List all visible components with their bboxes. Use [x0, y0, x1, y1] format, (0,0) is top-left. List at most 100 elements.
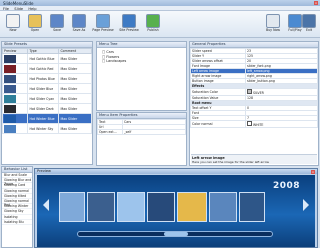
toolbar-label: Open — [30, 28, 40, 32]
slide-thumbnail — [4, 114, 16, 123]
toolbar-button-folder-open[interactable]: Open — [24, 13, 46, 36]
folder-open-icon — [28, 14, 42, 28]
property-value: 125 — [247, 54, 254, 58]
slide-thumbnail — [4, 64, 16, 73]
preview-slide-image[interactable] — [117, 192, 145, 222]
left-arrow-icon[interactable] — [43, 199, 49, 211]
property-value: right_arrow.png — [247, 74, 272, 78]
property-value: 128 — [247, 96, 254, 100]
slide-comment: Max Slider — [58, 53, 92, 64]
slider-track[interactable] — [77, 231, 273, 237]
menu-item-property-row[interactable]: Open ext... _self — [97, 129, 186, 135]
slide-comment: Max Slider — [58, 63, 92, 74]
slide-preset-row[interactable]: Hot Slider Blue Max Slider — [1, 83, 92, 94]
preview-year-text: 2008 — [273, 181, 301, 191]
slider-thumb[interactable] — [164, 232, 188, 236]
behavior-list: Blur and Scale Glowing Blur and Zoom Glowi… — [2, 173, 32, 225]
slide-preset-row[interactable]: Hot Winter Sky Max Slider — [1, 123, 92, 134]
slide-thumbnail — [4, 84, 16, 93]
preview-slide-image[interactable] — [209, 192, 237, 222]
slide-presets-panel: Slide Presets Preview Type Comment Hot G… — [1, 41, 93, 165]
site-preview-icon — [122, 14, 136, 28]
property-row[interactable]: Color normal WHITE — [190, 120, 318, 128]
property-help-text: Here you can set the image for the slide… — [192, 159, 270, 164]
property-value[interactable]: _self — [122, 129, 186, 135]
toolbar-button-publish[interactable]: Publish — [142, 13, 164, 36]
cart-icon — [266, 14, 280, 28]
slide-preset-row[interactable]: Hot Winter Blue Max Slider — [1, 113, 92, 124]
slide-presets-table: Preview Type Comment Hot Gothic Blue Max … — [1, 48, 92, 134]
slide-type: Hot Slider Cyan — [27, 93, 60, 104]
new-file-icon — [6, 14, 20, 28]
publish-icon — [146, 14, 160, 28]
property-value: 20 — [247, 59, 252, 63]
toolbar-button-save-as[interactable]: Save As — [68, 13, 90, 36]
toolbar-button-save[interactable]: Save — [46, 13, 68, 36]
property-value: SILVER — [253, 91, 264, 95]
slide-type: Hot Slider Dark — [27, 103, 60, 114]
toolbar-label: Site Preview — [119, 28, 139, 32]
slide-type: Hot Winter Sky — [27, 123, 60, 134]
toolbar-button-cart[interactable]: Buy Now — [262, 13, 284, 36]
property-row[interactable]: Saturation Color SILVER — [190, 88, 318, 96]
preview-title: Preview — [35, 169, 317, 174]
slide-comment: Max Slider — [58, 123, 92, 134]
slide-preset-row[interactable]: Hot Gothic Red Max Slider — [1, 63, 92, 74]
preview-close-icon[interactable]: × — [311, 169, 315, 174]
slide-type: Hot Photos Blue — [27, 73, 60, 84]
preview-slide-image[interactable] — [147, 192, 175, 222]
property-key: Color normal — [190, 120, 246, 128]
slide-comment: Max Slider — [58, 103, 92, 114]
slide-preset-row[interactable]: Hot Slider Cyan Max Slider — [1, 93, 92, 104]
slide-comment: Max Slider — [58, 93, 92, 104]
right-arrow-icon[interactable] — [303, 199, 309, 211]
menu-tree-item[interactable]: □ Landscapes — [99, 59, 186, 64]
slide-preset-row[interactable]: Hot Gothic Blue Max Slider — [1, 53, 92, 64]
slide-thumbnail — [4, 124, 16, 133]
preview-icon — [96, 14, 110, 28]
toolbar-label: Exit — [305, 28, 313, 32]
preview-slide-image[interactable] — [177, 192, 207, 222]
toolbar-button-preview[interactable]: Page Preview — [92, 13, 114, 36]
save-icon — [50, 14, 64, 28]
slide-preset-row[interactable]: Hot Slider Dark Max Slider — [1, 103, 92, 114]
property-key: Open ext... — [97, 129, 123, 135]
slide-thumbnail — [4, 54, 16, 63]
slide-type: Hot Winter Blue — [27, 113, 60, 124]
general-properties-panel: General Properties Slider speed 23 Slider … — [189, 41, 319, 166]
behavior-list-item[interactable]: Isolating Blu — [2, 220, 32, 225]
menu-tree-panel: Menu Tree □ Cars □ Flowers □ Landscapes — [96, 41, 187, 111]
slide-type: Hot Gothic Blue — [27, 53, 60, 64]
slide-comment: Max Slider — [58, 83, 92, 94]
property-value: 7 — [247, 116, 250, 120]
toolbar-button-new-file[interactable]: New — [2, 13, 24, 36]
property-value: slider_font.png — [247, 64, 271, 68]
preview-slide-image[interactable] — [59, 192, 85, 222]
close-window-icon[interactable]: × — [314, 1, 318, 5]
slide-type: Hot Slider Blue — [27, 83, 60, 94]
toolbar-button-site-preview[interactable]: Site Preview — [118, 13, 140, 36]
behavior-list-panel: Behavior List Blur and Scale Glowing Blur… — [1, 166, 33, 248]
slide-preset-row[interactable]: Hot Photos Blue Max Slider — [1, 73, 92, 84]
property-key: Saturation Color — [190, 88, 246, 96]
slider-preview-stage: 2008 — [37, 175, 315, 247]
property-value: slider_button.png — [247, 79, 275, 83]
slide-thumbnail — [4, 94, 16, 103]
preview-slide-image[interactable] — [87, 192, 115, 222]
preview-slide-image[interactable] — [239, 192, 265, 222]
toolbar-label: Save — [53, 28, 61, 32]
property-grid: Slider speed 23 Slider Y 125 Slider arrows o… — [190, 48, 318, 128]
menu-item-properties-grid: Text Cars Url Open ext... _self — [97, 119, 186, 135]
slide-thumbnail — [4, 74, 16, 83]
property-value: 23 — [247, 49, 252, 53]
property-value-cell[interactable]: WHITE — [245, 120, 318, 128]
toolbar-label: Save As — [72, 28, 86, 32]
property-value: WHITE — [253, 123, 264, 127]
toolbar-label: New — [9, 28, 17, 32]
color-swatch — [247, 89, 252, 94]
property-value-cell[interactable]: SILVER — [245, 88, 318, 96]
property-value: left_arrow.png — [247, 69, 270, 73]
toolbar-button-exit[interactable]: Exit — [298, 13, 320, 36]
menu-tree-label: Flowers — [106, 54, 120, 59]
menu-tree: □ Cars □ Flowers □ Landscapes — [97, 48, 186, 64]
